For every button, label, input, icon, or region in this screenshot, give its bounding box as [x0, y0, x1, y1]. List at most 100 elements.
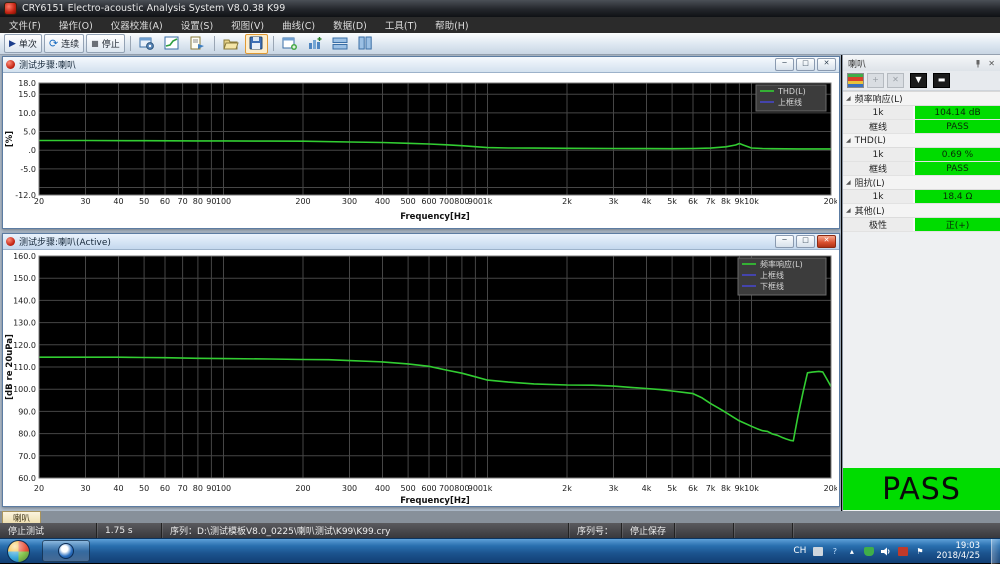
x-tick-label: 20k: [824, 197, 837, 206]
x-tick-label: 80: [193, 197, 203, 206]
help-icon[interactable]: ?: [829, 546, 840, 557]
status-bar: 停止测试 1.75 s 序列：D:\测试模板V8.0_0225\喇叭测试\K99\K…: [0, 523, 1000, 538]
remote-monitor-icon[interactable]: [897, 546, 908, 557]
test-settings-button[interactable]: [136, 34, 159, 54]
legend-label: 上框线: [778, 97, 802, 107]
menu-item-3[interactable]: 设置(S): [172, 17, 222, 33]
result-row-value: PASS: [915, 120, 1000, 133]
pin-icon[interactable]: [974, 59, 982, 68]
open-file-button[interactable]: [220, 34, 243, 54]
clock-time: 19:03: [955, 540, 981, 551]
x-tick-label: 40: [113, 484, 123, 493]
taskbar-clock[interactable]: 19:03 2018/4/25: [931, 541, 985, 561]
x-tick-label: 50: [139, 197, 149, 206]
x-tick-label: 200: [295, 484, 310, 493]
x-tick-label: 4k: [642, 484, 652, 493]
show-hidden-icons[interactable]: ▴: [846, 546, 857, 557]
layout-rows-button[interactable]: [329, 34, 352, 54]
play-icon: ▶: [9, 38, 16, 49]
layout-columns-button[interactable]: [354, 34, 377, 54]
x-tick-label: 1k: [483, 484, 493, 493]
status-segment-empty: [675, 523, 735, 538]
x-tick-label: 900: [468, 484, 483, 493]
result-section-header[interactable]: ◢ 频率响应(L): [843, 92, 1000, 106]
stop-button[interactable]: ■ 停止: [86, 34, 125, 53]
x-tick-label: 40: [113, 197, 123, 206]
y-tick-label: 160.0: [13, 252, 36, 261]
x-tick-label: 9k: [735, 484, 745, 493]
close-button[interactable]: ✕: [817, 58, 836, 71]
x-tick-label: 10k: [744, 484, 759, 493]
y-tick-label: 18.0: [18, 79, 36, 88]
close-button[interactable]: ✕: [817, 235, 836, 248]
expand-all-button[interactable]: ▼: [910, 73, 927, 88]
menu-item-0[interactable]: 文件(F): [0, 17, 50, 33]
menu-item-1[interactable]: 操作(O): [50, 17, 102, 33]
toolbar: ▶ 单次 ⟳ 连续 ■ 停止: [0, 33, 1000, 55]
chart-window-thd-title: 测试步骤:喇叭: [19, 61, 77, 71]
result-row: 极性 正(+): [843, 218, 1000, 232]
y-tick-label: 60.0: [18, 474, 36, 483]
result-section-header[interactable]: ◢ 其他(L): [843, 204, 1000, 218]
result-row-label: 1k: [843, 106, 915, 119]
taskbar-app-button[interactable]: [42, 540, 90, 562]
maximize-button[interactable]: □: [796, 235, 815, 248]
tab-speaker[interactable]: 喇叭: [2, 511, 42, 524]
add-chart-button[interactable]: [304, 34, 327, 54]
language-indicator[interactable]: CH: [793, 546, 806, 556]
results-panel-title: 喇叭: [848, 59, 867, 70]
result-section-header[interactable]: ◢ THD(L): [843, 134, 1000, 148]
add-item-button[interactable]: +: [867, 73, 884, 88]
y-tick-label: 130.0: [13, 319, 36, 328]
save-button[interactable]: [244, 33, 268, 54]
chart-window-icon: [6, 237, 15, 246]
palette-icon[interactable]: [847, 73, 864, 88]
menu-item-4[interactable]: 视图(V): [222, 17, 273, 33]
run-continuous-button[interactable]: ⟳ 连续: [43, 34, 85, 53]
chart-window-thd-titlebar[interactable]: 测试步骤:喇叭 ─ □ ✕: [3, 57, 839, 73]
volume-icon[interactable]: [880, 546, 891, 557]
result-row: 1k 104.14 dB: [843, 106, 1000, 120]
maximize-button[interactable]: □: [796, 58, 815, 71]
action-center-flag-icon[interactable]: ⚑: [914, 546, 925, 557]
show-desktop-button[interactable]: [991, 538, 1000, 564]
printer-icon[interactable]: [812, 546, 823, 557]
menu-item-2[interactable]: 仪器校准(A): [102, 17, 172, 33]
x-tick-label: 200: [295, 197, 310, 206]
x-tick-label: 300: [342, 484, 357, 493]
folder-open-icon: [223, 39, 239, 50]
x-tick-label: 5k: [667, 484, 677, 493]
result-section-title: 频率响应(L): [854, 95, 903, 105]
x-tick-label: 5k: [667, 197, 677, 206]
minimize-button[interactable]: ─: [775, 58, 794, 71]
x-tick-label: 1k: [483, 197, 493, 206]
remove-item-button[interactable]: ✕: [887, 73, 904, 88]
report-button[interactable]: [186, 34, 209, 54]
minimize-button[interactable]: ─: [775, 235, 794, 248]
x-tick-label: 900: [468, 197, 483, 206]
menu-item-7[interactable]: 工具(T): [376, 17, 426, 33]
loop-icon: ⟳: [48, 37, 59, 50]
collapse-all-button[interactable]: ▬: [933, 73, 950, 88]
new-window-button[interactable]: [279, 34, 302, 54]
run-single-button[interactable]: ▶ 单次: [4, 34, 42, 53]
result-row-label: 1k: [843, 190, 915, 203]
start-button[interactable]: [7, 539, 30, 563]
result-section-header[interactable]: ◢ 阻抗(L): [843, 176, 1000, 190]
result-row-label: 框线: [843, 162, 915, 175]
x-tick-label: 2k: [562, 484, 572, 493]
result-row: 框线 PASS: [843, 120, 1000, 134]
curve-settings-button[interactable]: [161, 34, 184, 54]
x-tick-label: 500: [400, 484, 415, 493]
menu-item-5[interactable]: 曲线(C): [273, 17, 324, 33]
menu-item-8[interactable]: 帮助(H): [426, 17, 478, 33]
chart-window-response-titlebar[interactable]: 测试步骤:喇叭(Active) ─ □ ✕: [3, 234, 839, 250]
close-icon[interactable]: ✕: [988, 59, 995, 68]
x-tick-label: 100: [216, 484, 231, 493]
menu-item-6[interactable]: 数据(D): [324, 17, 376, 33]
shield-icon[interactable]: [863, 546, 874, 557]
response-chart: 20 30 40 50 60 70 80 90 100 200 300 400 500 600 700 800…: [5, 252, 837, 505]
y-tick-label: 100.0: [13, 385, 36, 394]
chart-window-response-title: 测试步骤:喇叭(Active): [19, 238, 111, 248]
x-tick-label: 80: [193, 484, 203, 493]
